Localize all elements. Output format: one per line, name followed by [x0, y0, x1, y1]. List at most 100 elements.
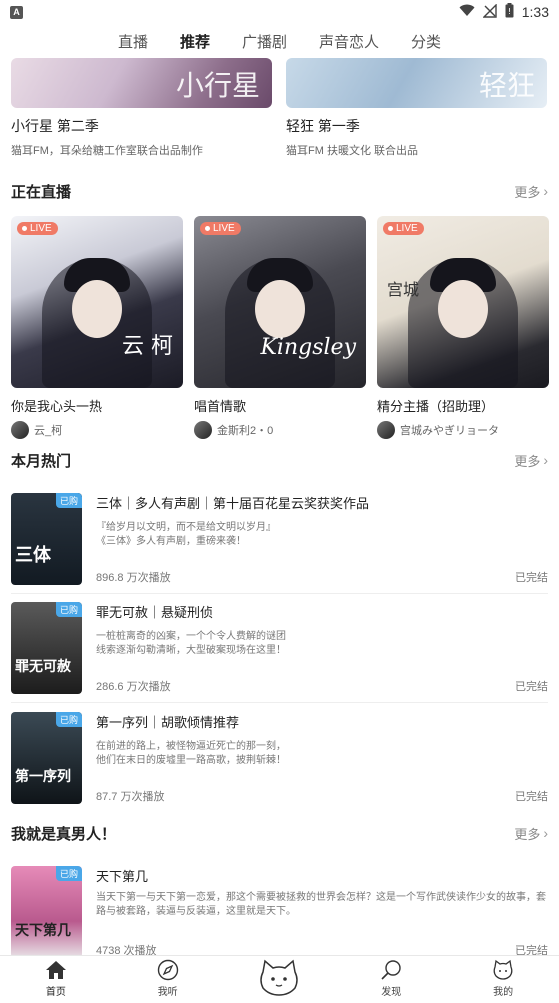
cover-art-text: 宫城: [387, 280, 420, 299]
featured-subtitle: 猫耳FM 扶暖文化 联合出品: [286, 145, 418, 157]
nav-listen[interactable]: 我听: [112, 956, 224, 1003]
live-dot-icon: [205, 226, 210, 231]
nav-label: 我的: [493, 987, 514, 998]
live-card[interactable]: Kingsley LIVE 唱首情歌 金斯利2・0: [194, 216, 366, 439]
chevron-right-icon: ›: [543, 452, 548, 468]
live-title[interactable]: 唱首情歌: [194, 396, 366, 415]
more-button[interactable]: 更多 ›: [514, 451, 548, 470]
avatar: [11, 421, 29, 439]
live-host[interactable]: 金斯利2・0: [194, 421, 366, 439]
section-title: 本月热门: [11, 452, 72, 470]
live-badge-label: LIVE: [396, 223, 418, 234]
host-name: 金斯利2・0: [217, 425, 274, 437]
more-button[interactable]: 更多 ›: [514, 182, 548, 201]
live-cover[interactable]: 云 柯 LIVE: [11, 216, 183, 388]
cover-art-text: 天下第几: [15, 923, 71, 939]
battery-icon: !: [505, 3, 514, 21]
tab-radio-drama[interactable]: 广播剧: [226, 31, 303, 52]
description-line: 在前进的路上，被怪物逼近死亡的那一刻，: [96, 740, 286, 752]
drama-title[interactable]: 天下第几: [96, 866, 548, 885]
featured-title[interactable]: 小行星 第二季: [11, 116, 272, 136]
men-section-header: 我就是真男人！ 更多 ›: [11, 822, 548, 844]
cat-icon[interactable]: [255, 958, 303, 998]
drama-title[interactable]: 罪无可赦｜悬疑刑侦: [96, 602, 548, 621]
bought-badge: 已购: [55, 866, 82, 881]
live-host[interactable]: 宫城みやぎリョータ: [377, 421, 549, 439]
description-line: 一桩桩离奇的凶案，一个个令人费解的谜团: [96, 631, 286, 642]
live-cover[interactable]: Kingsley LIVE: [194, 216, 366, 388]
description-line: 当天下第一与天下第一恋爱，那这个需要被拯救的世界会怎样？这是一个写作武侠读作少女…: [96, 892, 546, 917]
live-section-header: 正在直播 更多 ›: [11, 180, 548, 202]
wifi-icon: [459, 4, 475, 20]
featured-cover-art-text: 轻狂: [478, 69, 535, 102]
nav-profile[interactable]: 我的: [447, 956, 559, 1003]
drama-title[interactable]: 三体｜多人有声剧｜第十届百花星云奖获奖作品: [96, 493, 548, 512]
tab-recommend[interactable]: 推荐: [164, 31, 226, 52]
drama-cover[interactable]: 第一序列 已购: [11, 711, 82, 804]
live-card[interactable]: 宫城 LIVE 精分主播（招助理） 宫城みやぎリョータ: [377, 216, 549, 439]
live-host[interactable]: 云_柯: [11, 421, 183, 439]
live-badge: LIVE: [200, 222, 241, 235]
live-dot-icon: [388, 226, 393, 231]
more-label: 更多: [514, 184, 541, 200]
tab-voice-lover[interactable]: 声音恋人: [303, 31, 395, 52]
drama-cover[interactable]: 三体 已购: [11, 493, 82, 585]
featured-cover[interactable]: 轻狂: [286, 58, 547, 108]
featured-title[interactable]: 轻狂 第一季: [286, 116, 547, 136]
drama-title[interactable]: 第一序列｜胡歌倾情推荐: [96, 712, 548, 731]
description-line: 他们在末日的废墟里一路高歌，披荆斩棘！: [96, 754, 286, 766]
nav-center[interactable]: [224, 956, 336, 1003]
host-illustration: [225, 258, 335, 388]
drama-info: 第一序列｜胡歌倾情推荐 在前进的路上，被怪物逼近死亡的那一刻， 他们在末日的废墟…: [96, 712, 548, 804]
more-button[interactable]: 更多 ›: [514, 824, 548, 843]
cover-art-text: Kingsley: [260, 335, 357, 360]
host-illustration: [42, 258, 152, 388]
list-item[interactable]: 第一序列 已购 第一序列｜胡歌倾情推荐 在前进的路上，被怪物逼近死亡的那一刻， …: [11, 703, 548, 812]
no-signal-icon: [482, 2, 497, 21]
featured-card[interactable]: 小行星 小行星 第二季 猫耳FM，耳朵给糖工作室联合出品制作: [11, 58, 272, 158]
main-content: 小行星 小行星 第二季 猫耳FM，耳朵给糖工作室联合出品制作 轻狂 轻狂 第一季…: [0, 58, 559, 955]
featured-cover-art-text: 小行星: [175, 69, 260, 102]
description-line: 《三体》多人有声剧，重磅来袭！: [96, 536, 246, 547]
description-line: 『给岁月以文明，而不是给文明以岁月』: [96, 522, 276, 533]
live-badge: LIVE: [383, 222, 424, 235]
drama-meta: 286.6 万次播放 已完结: [96, 678, 548, 694]
drama-cover[interactable]: 罪无可赦 已购: [11, 602, 82, 694]
live-card[interactable]: 云 柯 LIVE 你是我心头一热 云_柯: [11, 216, 183, 439]
play-count: 896.8 万次播放: [96, 572, 171, 584]
hot-list: 三体 已购 三体｜多人有声剧｜第十届百花星云奖获奖作品 『给岁月以文明，而不是给…: [11, 485, 548, 812]
drama-description: 一桩桩离奇的凶案，一个个令人费解的谜团 线索逐渐勾勒清晰，大型破案现场在这里！: [96, 630, 548, 658]
live-cover[interactable]: 宫城 LIVE: [377, 216, 549, 388]
home-icon: [45, 959, 67, 981]
cover-art-text: 第一序列: [15, 768, 71, 785]
drama-cover[interactable]: 天下第几 已购: [11, 866, 82, 955]
nav-home[interactable]: 首页: [0, 956, 112, 1003]
tab-live[interactable]: 直播: [102, 31, 164, 52]
play-count: 286.6 万次播放: [96, 681, 171, 693]
drama-description: 『给岁月以文明，而不是给文明以岁月』 《三体》多人有声剧，重磅来袭！: [96, 521, 548, 549]
status-label: 已完结: [515, 790, 548, 803]
status-label: 已完结: [515, 572, 548, 584]
nav-label: 发现: [381, 987, 402, 998]
bought-badge: 已购: [55, 711, 82, 727]
drama-info: 天下第几 当天下第一与天下第一恋爱，那这个需要被拯救的世界会怎样？这是一个写作武…: [96, 866, 548, 955]
avatar: [377, 421, 395, 439]
section-title: 我就是真男人！: [11, 825, 117, 843]
live-badge-label: LIVE: [30, 223, 52, 234]
list-item[interactable]: 天下第几 已购 天下第几 当天下第一与天下第一恋爱，那这个需要被拯救的世界会怎样…: [11, 860, 548, 955]
app-notification-icon: A: [10, 5, 23, 19]
nav-discover[interactable]: 发现: [335, 956, 447, 1003]
tab-category[interactable]: 分类: [395, 31, 457, 52]
list-item[interactable]: 三体 已购 三体｜多人有声剧｜第十届百花星云奖获奖作品 『给岁月以文明，而不是给…: [11, 485, 548, 594]
live-title[interactable]: 精分主播（招助理）: [377, 396, 549, 415]
more-label: 更多: [514, 453, 541, 469]
live-title[interactable]: 你是我心头一热: [11, 396, 183, 415]
host-name: 云_柯: [34, 425, 63, 437]
featured-card[interactable]: 轻狂 轻狂 第一季 猫耳FM 扶暖文化 联合出品: [286, 58, 547, 158]
list-item[interactable]: 罪无可赦 已购 罪无可赦｜悬疑刑侦 一桩桩离奇的凶案，一个个令人费解的谜团 线索…: [11, 594, 548, 703]
featured-cover[interactable]: 小行星: [11, 58, 272, 108]
status-bar: A ! 1:33: [0, 0, 559, 24]
drama-info: 三体｜多人有声剧｜第十届百花星云奖获奖作品 『给岁月以文明，而不是给文明以岁月』…: [96, 493, 548, 585]
bought-badge: 已购: [55, 602, 82, 617]
section-title: 正在直播: [11, 183, 72, 201]
